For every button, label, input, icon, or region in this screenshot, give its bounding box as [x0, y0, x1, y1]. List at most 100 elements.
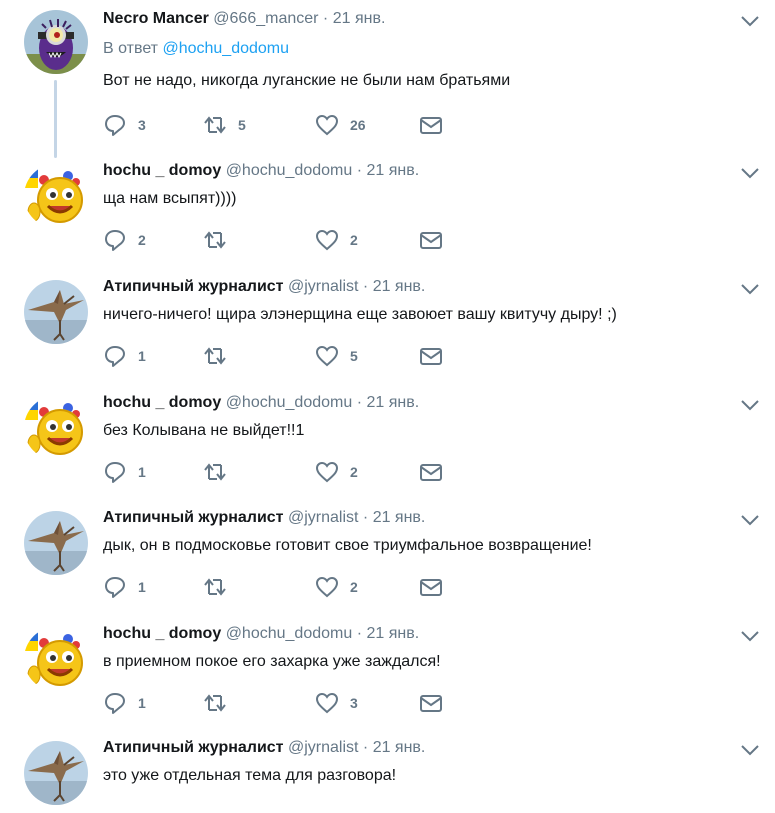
- separator-dot: ·: [356, 162, 363, 179]
- avatar[interactable]: [24, 396, 88, 460]
- direct-message-button[interactable]: [419, 460, 443, 484]
- retweet-button[interactable]: [203, 460, 238, 484]
- user-handle[interactable]: @hochu_dodomu: [226, 625, 353, 642]
- heart-icon: [315, 692, 339, 714]
- reply-icon: [105, 230, 125, 251]
- reply-button[interactable]: 1: [103, 460, 146, 484]
- direct-message-button[interactable]: [419, 228, 443, 252]
- user-handle[interactable]: @hochu_dodomu: [226, 162, 353, 179]
- user-handle[interactable]: @hochu_dodomu: [226, 394, 353, 411]
- timestamp[interactable]: 21 янв.: [373, 278, 426, 295]
- user-handle[interactable]: @jyrnalist: [288, 509, 358, 526]
- display-name[interactable]: Necro Mancer: [103, 10, 209, 27]
- reply-icon: [105, 115, 125, 136]
- display-name[interactable]: Атипичный журналист: [103, 278, 284, 295]
- reply-icon: [105, 462, 125, 483]
- retweet-icon: [204, 231, 226, 249]
- direct-message-button[interactable]: [419, 113, 443, 137]
- timestamp[interactable]: 21 янв.: [366, 625, 419, 642]
- envelope-icon: [420, 464, 442, 481]
- like-button[interactable]: 2: [315, 460, 358, 484]
- like-button[interactable]: 5: [315, 344, 358, 368]
- chevron-down-icon[interactable]: [740, 513, 760, 527]
- tweet[interactable]: hochu _ domoy @hochu_dodomu · 21 янв. в …: [0, 615, 775, 730]
- retweet-button[interactable]: [203, 228, 238, 252]
- direct-message-button[interactable]: [419, 344, 443, 368]
- reply-button[interactable]: 3: [103, 113, 146, 137]
- reply-button[interactable]: 1: [103, 344, 146, 368]
- thread-connector: [54, 80, 57, 158]
- avatar[interactable]: [24, 627, 88, 691]
- reply-icon: [105, 346, 125, 367]
- retweet-button[interactable]: [203, 575, 238, 599]
- like-button[interactable]: 2: [315, 575, 358, 599]
- smiley-avatar: [24, 164, 88, 228]
- chevron-down-icon[interactable]: [740, 282, 760, 296]
- reply-mention-link[interactable]: @hochu_dodomu: [162, 40, 289, 57]
- tweet-header: Necro Mancer @666_mancer · 21 янв.: [103, 10, 385, 28]
- separator-dot: ·: [362, 278, 369, 295]
- timestamp[interactable]: 21 янв.: [333, 10, 386, 27]
- display-name[interactable]: hochu _ domoy: [103, 394, 221, 411]
- heart-icon: [315, 461, 339, 483]
- avatar[interactable]: [24, 10, 88, 74]
- direct-message-button[interactable]: [419, 575, 443, 599]
- timestamp[interactable]: 21 янв.: [373, 739, 426, 756]
- chevron-down-icon[interactable]: [740, 14, 760, 28]
- like-count: 2: [350, 579, 358, 595]
- retweet-button[interactable]: [203, 344, 238, 368]
- tweet[interactable]: hochu _ domoy @hochu_dodomu · 21 янв. бе…: [0, 384, 775, 499]
- tweet-header: hochu _ domoy @hochu_dodomu · 21 янв.: [103, 625, 419, 643]
- like-button[interactable]: 2: [315, 228, 358, 252]
- chevron-down-icon[interactable]: [740, 629, 760, 643]
- heart-icon: [315, 229, 339, 251]
- timestamp[interactable]: 21 янв.: [373, 509, 426, 526]
- chevron-down-icon[interactable]: [740, 398, 760, 412]
- retweet-button[interactable]: 5: [203, 113, 246, 137]
- separator-dot: ·: [322, 10, 329, 27]
- display-name[interactable]: hochu _ domoy: [103, 162, 221, 179]
- minion-avatar: [24, 10, 88, 74]
- tweet[interactable]: Атипичный журналист @jyrnalist · 21 янв.…: [0, 729, 775, 813]
- direct-message-button[interactable]: [419, 691, 443, 715]
- tweet[interactable]: Атипичный журналист @jyrnalist · 21 янв.…: [0, 268, 775, 383]
- timestamp[interactable]: 21 янв.: [366, 162, 419, 179]
- timestamp[interactable]: 21 янв.: [366, 394, 419, 411]
- user-handle[interactable]: @jyrnalist: [288, 278, 358, 295]
- tweet-text: это уже отдельная тема для разговора!: [103, 767, 397, 784]
- like-count: 26: [350, 117, 366, 133]
- reply-icon: [105, 693, 125, 714]
- user-handle[interactable]: @666_mancer: [213, 10, 318, 27]
- avatar[interactable]: [24, 511, 88, 575]
- reply-prefix: В ответ: [103, 40, 163, 57]
- tweet-header: Атипичный журналист @jyrnalist · 21 янв.: [103, 739, 425, 757]
- tweet-header: hochu _ domoy @hochu_dodomu · 21 янв.: [103, 162, 419, 180]
- display-name[interactable]: Атипичный журналист: [103, 739, 284, 756]
- avatar[interactable]: [24, 741, 88, 805]
- reply-count: 1: [138, 579, 146, 595]
- reply-button[interactable]: 1: [103, 575, 146, 599]
- tweet-text: без Колывана не выйдет!!1: [103, 422, 305, 439]
- tweet-thread: Necro Mancer @666_mancer · 21 янв. В отв…: [0, 0, 775, 813]
- retweet-button[interactable]: [203, 691, 238, 715]
- retweet-icon: [204, 694, 226, 712]
- like-button[interactable]: 3: [315, 691, 358, 715]
- tweet-text: дык, он в подмосковье готовит свое триум…: [103, 537, 592, 554]
- reply-button[interactable]: 1: [103, 691, 146, 715]
- avatar[interactable]: [24, 280, 88, 344]
- tweet[interactable]: Necro Mancer @666_mancer · 21 янв. В отв…: [0, 0, 775, 158]
- like-button[interactable]: 26: [315, 113, 366, 137]
- tweet[interactable]: hochu _ domoy @hochu_dodomu · 21 янв. ща…: [0, 152, 775, 267]
- tweet[interactable]: Атипичный журналист @jyrnalist · 21 янв.…: [0, 499, 775, 614]
- display-name[interactable]: Атипичный журналист: [103, 509, 284, 526]
- chevron-down-icon[interactable]: [740, 166, 760, 180]
- chevron-down-icon[interactable]: [740, 743, 760, 757]
- reply-button[interactable]: 2: [103, 228, 146, 252]
- display-name[interactable]: hochu _ domoy: [103, 625, 221, 642]
- user-handle[interactable]: @jyrnalist: [288, 739, 358, 756]
- separator-dot: ·: [356, 394, 363, 411]
- envelope-icon: [420, 348, 442, 365]
- retweet-icon: [204, 578, 226, 596]
- avatar[interactable]: [24, 164, 88, 228]
- reply-context: В ответ @hochu_dodomu: [103, 40, 289, 58]
